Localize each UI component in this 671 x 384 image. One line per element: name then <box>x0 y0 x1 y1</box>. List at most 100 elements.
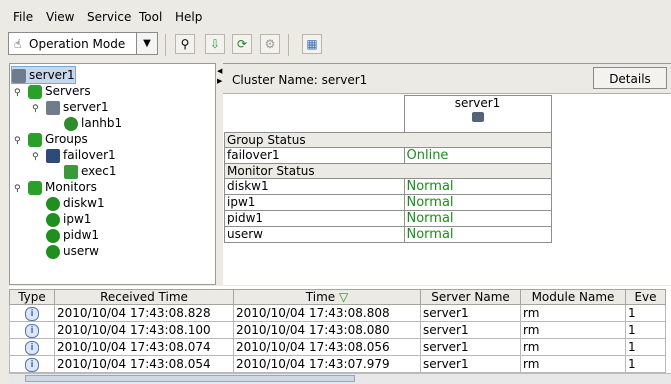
status-row-name[interactable]: failover1 <box>224 146 405 164</box>
column-header-event[interactable]: Eve <box>625 289 666 305</box>
menu-bar: File View Service Tool Help <box>0 0 671 28</box>
menu-view[interactable]: View <box>46 10 74 24</box>
column-header-server-name[interactable]: Server Name <box>420 289 521 305</box>
cluster-name: Cluster Name: server1 <box>232 73 368 87</box>
mode-label: Operation Mode <box>29 37 126 51</box>
info-icon: i <box>25 324 39 338</box>
tree-root-label: server1 <box>29 68 75 82</box>
tree-monitor[interactable]: ipw1 <box>46 211 91 227</box>
column-header-type[interactable]: Type <box>9 289 55 305</box>
server-icon <box>46 100 60 115</box>
event-cell: 1 <box>625 304 666 322</box>
type-cell: i <box>9 321 55 339</box>
server-cell: server1 <box>420 355 521 373</box>
type-cell: i <box>9 355 55 373</box>
table-row[interactable]: i 2010/10/04 17:43:08.828 2010/10/04 17:… <box>9 304 666 322</box>
tree-servers-label: Servers <box>45 84 91 98</box>
table-row[interactable]: i 2010/10/04 17:43:08.074 2010/10/04 17:… <box>9 338 666 356</box>
expand-toggle[interactable]: ⚲ <box>32 104 39 114</box>
monitor-icon <box>46 244 60 259</box>
sort-desc-icon: ▽ <box>338 290 349 304</box>
details-button[interactable]: Details <box>593 67 667 89</box>
scrollbar-thumb[interactable] <box>25 375 355 382</box>
expand-toggle[interactable]: ⚲ <box>14 136 21 146</box>
grid-icon: ▦ <box>306 37 318 51</box>
expand-toggle[interactable]: ⚲ <box>14 88 21 98</box>
module-cell: rm <box>520 338 626 356</box>
refresh-button[interactable]: ⟳ <box>232 34 252 54</box>
tree-exec[interactable]: exec1 <box>64 163 117 179</box>
menu-service[interactable]: Service <box>87 10 131 24</box>
module-cell: rm <box>520 304 626 322</box>
event-cell: 1 <box>625 338 666 356</box>
status-row-name[interactable]: pidw1 <box>224 209 405 227</box>
tree-monitor[interactable]: pidw1 <box>46 227 99 243</box>
column-header-received-time[interactable]: Received Time <box>54 289 234 305</box>
chevron-down-icon[interactable]: ▼ <box>136 33 157 54</box>
alert-log-pane: Type Received Time Time ▽ Server Name Mo… <box>9 286 671 384</box>
search-button[interactable]: ⚲ <box>175 34 195 54</box>
cluster-tree: server1 ⚲ Servers ⚲ server1 lanhb1 ⚲ Gro… <box>9 63 216 285</box>
tree-monitor-label: ipw1 <box>63 212 92 226</box>
folder-icon <box>28 132 42 147</box>
toolbar: ☝ Operation Mode ▼ ⚲ ⇩ ⟳ ⚙ ▦ <box>0 28 671 62</box>
horizontal-scrollbar[interactable] <box>9 373 671 384</box>
module-cell: rm <box>520 355 626 373</box>
status-value: Normal <box>403 225 552 243</box>
corner-cell <box>224 95 405 133</box>
layout-button[interactable]: ▦ <box>302 34 322 54</box>
group-status-header: Group Status <box>224 131 552 148</box>
received-time-cell: 2010/10/04 17:43:08.074 <box>54 338 234 356</box>
status-value: Online <box>403 146 552 164</box>
resource-icon <box>64 164 78 179</box>
event-cell: 1 <box>625 321 666 339</box>
menu-help[interactable]: Help <box>175 10 202 24</box>
tree-monitor[interactable]: diskw1 <box>46 195 105 211</box>
table-row[interactable]: i 2010/10/04 17:43:08.100 2010/10/04 17:… <box>9 321 666 339</box>
tree-groups[interactable]: Groups <box>28 131 88 147</box>
event-cell: 1 <box>625 355 666 373</box>
expand-toggle[interactable]: ⚲ <box>14 184 21 194</box>
expand-toggle[interactable]: ⚲ <box>32 152 39 162</box>
column-header-time[interactable]: Time ▽ <box>233 289 421 305</box>
monitor-icon <box>46 196 60 211</box>
tree-lanhb[interactable]: lanhb1 <box>64 115 122 131</box>
time-cell: 2010/10/04 17:43:08.056 <box>233 338 421 356</box>
tree-lanhb-label: lanhb1 <box>81 116 123 130</box>
tree-monitors[interactable]: Monitors <box>28 179 97 195</box>
cluster-header: Cluster Name: server1 Details <box>223 64 671 94</box>
status-row-name[interactable]: diskw1 <box>224 177 405 195</box>
tree-monitor[interactable]: userw <box>46 243 99 259</box>
folder-icon <box>28 84 42 99</box>
status-table: server1 Group Status failover1 Online Mo… <box>224 95 552 243</box>
download-icon: ⇩ <box>209 37 221 51</box>
tree-root[interactable]: server1 <box>11 66 76 84</box>
received-time-cell: 2010/10/04 17:43:08.054 <box>54 355 234 373</box>
settings-button[interactable]: ⚙ <box>260 34 280 54</box>
status-row-name[interactable]: userw <box>224 225 405 243</box>
column-header-module-name[interactable]: Module Name <box>520 289 626 305</box>
server-cell: server1 <box>420 321 521 339</box>
column-header-time-label: Time <box>305 290 336 304</box>
toolbar-separator <box>288 34 289 56</box>
server-cell: server1 <box>420 304 521 322</box>
tree-servers[interactable]: Servers <box>28 83 91 99</box>
download-button[interactable]: ⇩ <box>205 34 225 54</box>
table-row[interactable]: i 2010/10/04 17:43:08.054 2010/10/04 17:… <box>9 355 666 373</box>
info-icon: i <box>25 307 39 321</box>
module-cell: rm <box>520 321 626 339</box>
expand-right-icon[interactable]: ▶ <box>217 77 222 85</box>
tree-monitor-label: diskw1 <box>63 196 105 210</box>
time-cell: 2010/10/04 17:43:08.808 <box>233 304 421 322</box>
menu-tool[interactable]: Tool <box>139 10 162 24</box>
server-cell: server1 <box>420 338 521 356</box>
info-icon: i <box>25 358 39 372</box>
tree-group[interactable]: failover1 <box>46 147 116 163</box>
mode-select[interactable]: ☝ Operation Mode ▼ <box>8 32 158 55</box>
monitor-status-header: Monitor Status <box>224 162 552 179</box>
time-cell: 2010/10/04 17:43:08.080 <box>233 321 421 339</box>
status-row-name[interactable]: ipw1 <box>224 193 405 211</box>
tree-server[interactable]: server1 <box>46 99 109 115</box>
menu-file[interactable]: File <box>13 10 33 24</box>
collapse-left-icon[interactable]: ◀ <box>217 67 222 75</box>
